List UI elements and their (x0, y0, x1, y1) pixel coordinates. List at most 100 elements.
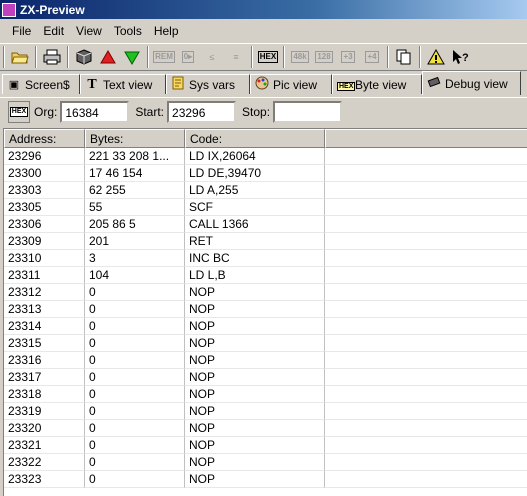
cell-code: NOP (185, 437, 325, 454)
tab-strip: ▣ Screen$ T Text view Sys vars Pic view … (0, 71, 527, 95)
package-icon[interactable] (73, 46, 95, 68)
table-row[interactable]: 23314 0 NOP (4, 318, 527, 335)
table-row[interactable]: 23319 0 NOP (4, 403, 527, 420)
menu-help[interactable]: Help (148, 21, 185, 42)
cell-bytes: 0 (85, 369, 185, 386)
toolbar-separator (283, 46, 285, 68)
down-arrow-icon[interactable] (121, 46, 143, 68)
stop-input[interactable] (273, 100, 343, 123)
cell-filler (325, 250, 527, 267)
cell-bytes: 0 (85, 318, 185, 335)
menu-view[interactable]: View (70, 21, 108, 42)
app-icon (2, 2, 16, 17)
align-label: ≡ (233, 52, 239, 62)
table-row[interactable]: 23315 0 NOP (4, 335, 527, 352)
header-address[interactable]: Address: (4, 129, 85, 148)
palette-icon (255, 76, 269, 93)
table-row[interactable]: 23320 0 NOP (4, 420, 527, 437)
toolbar-separator (387, 46, 389, 68)
cell-address: 23300 (4, 165, 85, 182)
up-arrow-icon[interactable] (97, 46, 119, 68)
tab-text-view[interactable]: T Text view (80, 74, 166, 94)
tab-byte-view[interactable]: HEX Byte view (332, 74, 422, 94)
cell-code: INC BC (185, 250, 325, 267)
sysvars-icon (171, 76, 185, 93)
tab-pic-view[interactable]: Pic view (250, 74, 332, 94)
table-row[interactable]: 23309 201 RET (4, 233, 527, 250)
disassembly-table[interactable]: Address: Bytes: Code: 23296 221 33 208 1.… (3, 128, 527, 496)
cell-code: LD DE,39470 (185, 165, 325, 182)
warning-icon[interactable] (425, 46, 447, 68)
cell-address: 23309 (4, 233, 85, 250)
cell-filler (325, 420, 527, 437)
table-row[interactable]: 23323 0 NOP (4, 471, 527, 488)
copy-icon[interactable] (393, 46, 415, 68)
org-input[interactable]: 16384 (60, 100, 130, 123)
cell-address: 23316 (4, 352, 85, 369)
cell-code: LD A,255 (185, 182, 325, 199)
cell-code: NOP (185, 369, 325, 386)
cell-filler (325, 233, 527, 250)
cell-filler (325, 352, 527, 369)
cell-bytes: 0 (85, 335, 185, 352)
mode-plus4-button: +4 (361, 46, 383, 68)
indent-button: ≤ (201, 46, 223, 68)
table-row[interactable]: 23312 0 NOP (4, 284, 527, 301)
cell-filler (325, 165, 527, 182)
cell-address: 23313 (4, 301, 85, 318)
text-T-icon: T (87, 76, 97, 92)
table-row[interactable]: 23321 0 NOP (4, 437, 527, 454)
cell-filler (325, 199, 527, 216)
cell-address: 23312 (4, 284, 85, 301)
tab-byte-view-label: Byte view (355, 77, 407, 92)
hex-toggle-button[interactable]: HEX (8, 100, 30, 123)
help-cursor-icon[interactable]: ? (449, 46, 471, 68)
cell-bytes: 0 (85, 386, 185, 403)
header-code[interactable]: Code: (185, 129, 325, 148)
table-row[interactable]: 23296 221 33 208 1... LD IX,26064 (4, 148, 527, 165)
cell-bytes: 0 (85, 471, 185, 488)
menu-tools[interactable]: Tools (108, 21, 148, 42)
table-row[interactable]: 23311 104 LD L,B (4, 267, 527, 284)
header-bytes[interactable]: Bytes: (85, 129, 185, 148)
open-folder-icon[interactable] (9, 46, 31, 68)
cell-code: NOP (185, 318, 325, 335)
cell-address: 23310 (4, 250, 85, 267)
cell-filler (325, 386, 527, 403)
tab-debug-view[interactable]: Debug view (422, 71, 521, 95)
cell-code: NOP (185, 403, 325, 420)
table-row[interactable]: 23313 0 NOP (4, 301, 527, 318)
table-row[interactable]: 23310 3 INC BC (4, 250, 527, 267)
table-row[interactable]: 23317 0 NOP (4, 369, 527, 386)
hex-button[interactable]: HEX (257, 46, 279, 68)
table-body: 23296 221 33 208 1... LD IX,26064 23300 17 4… (4, 148, 527, 488)
align-button: ≡ (225, 46, 247, 68)
table-row[interactable]: 23322 0 NOP (4, 454, 527, 471)
cell-bytes: 17 46 154 (85, 165, 185, 182)
table-row[interactable]: 23316 0 NOP (4, 352, 527, 369)
tab-sys-vars[interactable]: Sys vars (166, 74, 250, 94)
table-row[interactable]: 23318 0 NOP (4, 386, 527, 403)
cell-bytes: 0 (85, 284, 185, 301)
table-row[interactable]: 23305 55 SCF (4, 199, 527, 216)
table-row[interactable]: 23300 17 46 154 LD DE,39470 (4, 165, 527, 182)
cell-code: RET (185, 233, 325, 250)
hex-icon: HEX (337, 79, 356, 91)
cell-code: CALL 1366 (185, 216, 325, 233)
table-row[interactable]: 23306 205 86 5 CALL 1366 (4, 216, 527, 233)
cell-filler (325, 318, 527, 335)
table-row[interactable]: 23303 62 255 LD A,255 (4, 182, 527, 199)
start-input[interactable]: 23296 (167, 100, 237, 123)
print-icon[interactable] (41, 46, 63, 68)
mode-plus3-label: +3 (341, 51, 355, 63)
menu-bar: File Edit View Tools Help (0, 21, 527, 42)
screen-icon: ▣ (8, 79, 20, 91)
tab-screen[interactable]: ▣ Screen$ (2, 74, 80, 94)
cell-address: 23321 (4, 437, 85, 454)
cell-bytes: 201 (85, 233, 185, 250)
menu-file[interactable]: File (0, 21, 37, 42)
stop-label: Stop: (242, 104, 271, 119)
cell-filler (325, 454, 527, 471)
menu-edit[interactable]: Edit (37, 21, 70, 42)
toolbar-separator (35, 46, 37, 68)
